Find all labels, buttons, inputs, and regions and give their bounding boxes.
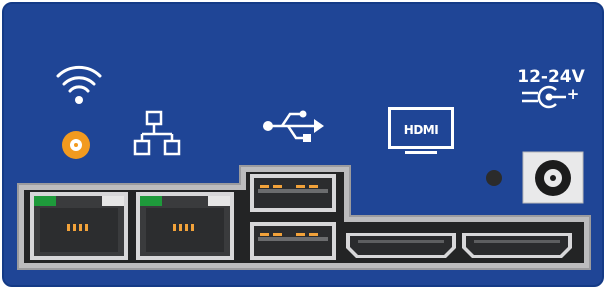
ethernet-port-2[interactable] [136,192,234,260]
hdmi-icon-label: HDMI [404,123,438,137]
io-panel: HDMI 12-24V + [2,2,604,287]
antenna-connector[interactable] [62,131,90,159]
dc-power-jack[interactable] [522,151,584,204]
hdmi-port-2[interactable] [462,233,572,258]
hdmi-port-1[interactable] [346,233,456,258]
power-voltage-label: 12-24V [517,67,585,87]
hdmi-icon: HDMI [388,107,454,154]
ethernet-port-1[interactable] [30,192,128,260]
usb-port-bottom[interactable] [250,222,336,260]
power-polarity-sign: + [567,85,580,103]
status-led [486,170,502,186]
usb-port-top[interactable] [250,174,336,212]
